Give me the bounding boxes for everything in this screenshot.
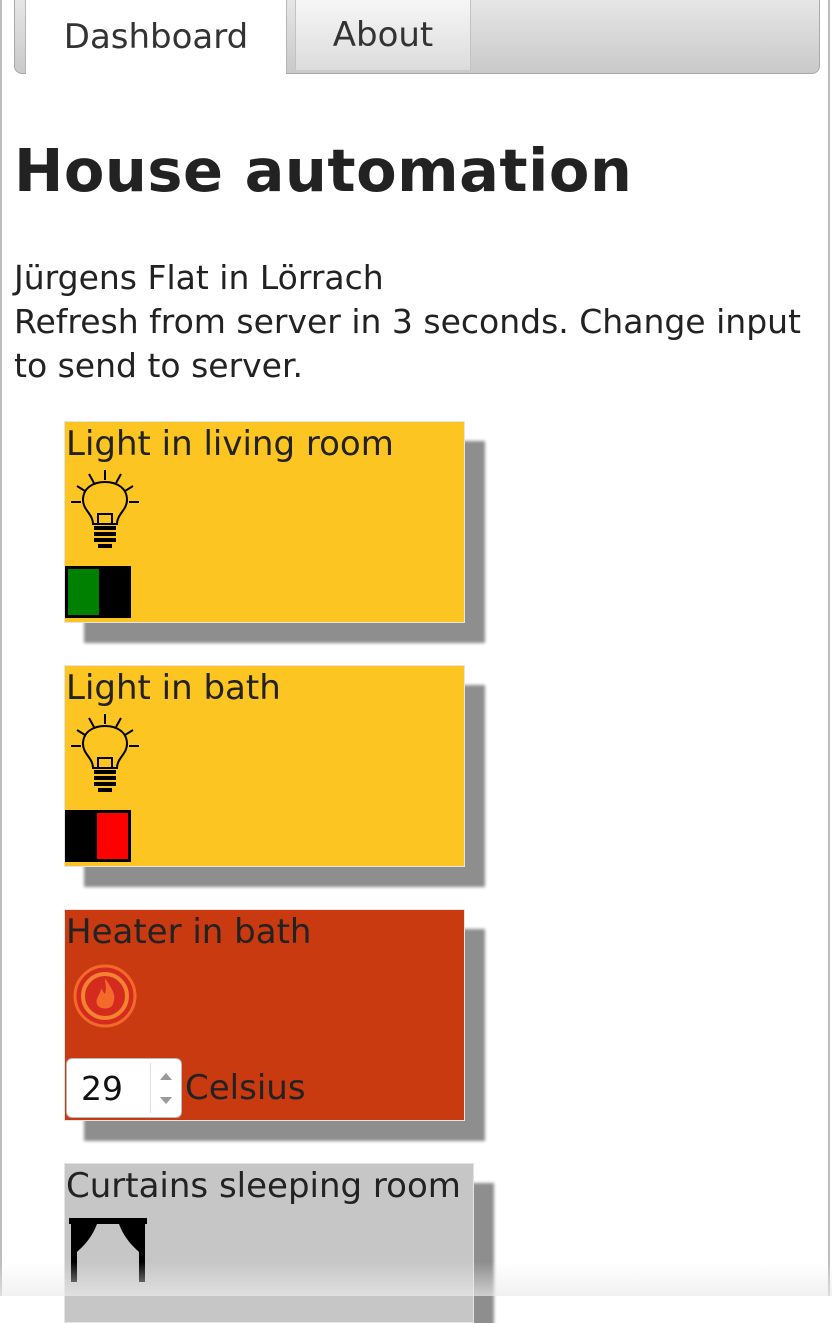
switch-off-indicator xyxy=(97,813,128,859)
intro-text: Jürgens Flat in Lörrach Refresh from ser… xyxy=(14,256,814,388)
device-title: Heater in bath xyxy=(66,912,312,952)
page-title: House automation xyxy=(14,136,633,205)
location-text: Jürgens Flat in Lörrach xyxy=(14,258,384,297)
stepper-down-icon[interactable] xyxy=(160,1097,172,1104)
tab-bar: Dashboard About xyxy=(14,0,820,74)
curtains-icon xyxy=(69,1218,147,1282)
heater-flame-icon xyxy=(73,964,137,1028)
device-title: Light in living room xyxy=(66,424,394,464)
app-frame: Dashboard About House automation Jürgens… xyxy=(0,0,830,1323)
stepper-up-icon[interactable] xyxy=(160,1073,172,1080)
light-bulb-icon xyxy=(71,470,139,548)
light-bulb-icon xyxy=(71,714,139,792)
light-switch-toggle[interactable] xyxy=(65,566,131,618)
device-title: Curtains sleeping room xyxy=(66,1166,461,1206)
temperature-value: 29 xyxy=(81,1069,123,1108)
refresh-note: Refresh from server in 3 seconds. Change… xyxy=(14,302,801,385)
switch-on-indicator xyxy=(68,569,99,615)
temperature-unit: Celsius xyxy=(185,1068,306,1108)
device-card-light-bath: Light in bath xyxy=(64,665,465,867)
device-title: Light in bath xyxy=(66,668,281,708)
device-card-heater-bath: Heater in bath 29 Celsius xyxy=(64,909,465,1121)
tab-dashboard[interactable]: Dashboard xyxy=(25,0,287,74)
tab-about[interactable]: About xyxy=(295,0,471,70)
device-card-curtains-sleeping-room: Curtains sleeping room xyxy=(64,1163,474,1323)
temperature-input[interactable]: 29 xyxy=(66,1058,182,1118)
temperature-stepper[interactable] xyxy=(150,1063,181,1113)
light-switch-toggle[interactable] xyxy=(65,810,131,862)
device-card-light-living-room: Light in living room xyxy=(64,421,465,623)
